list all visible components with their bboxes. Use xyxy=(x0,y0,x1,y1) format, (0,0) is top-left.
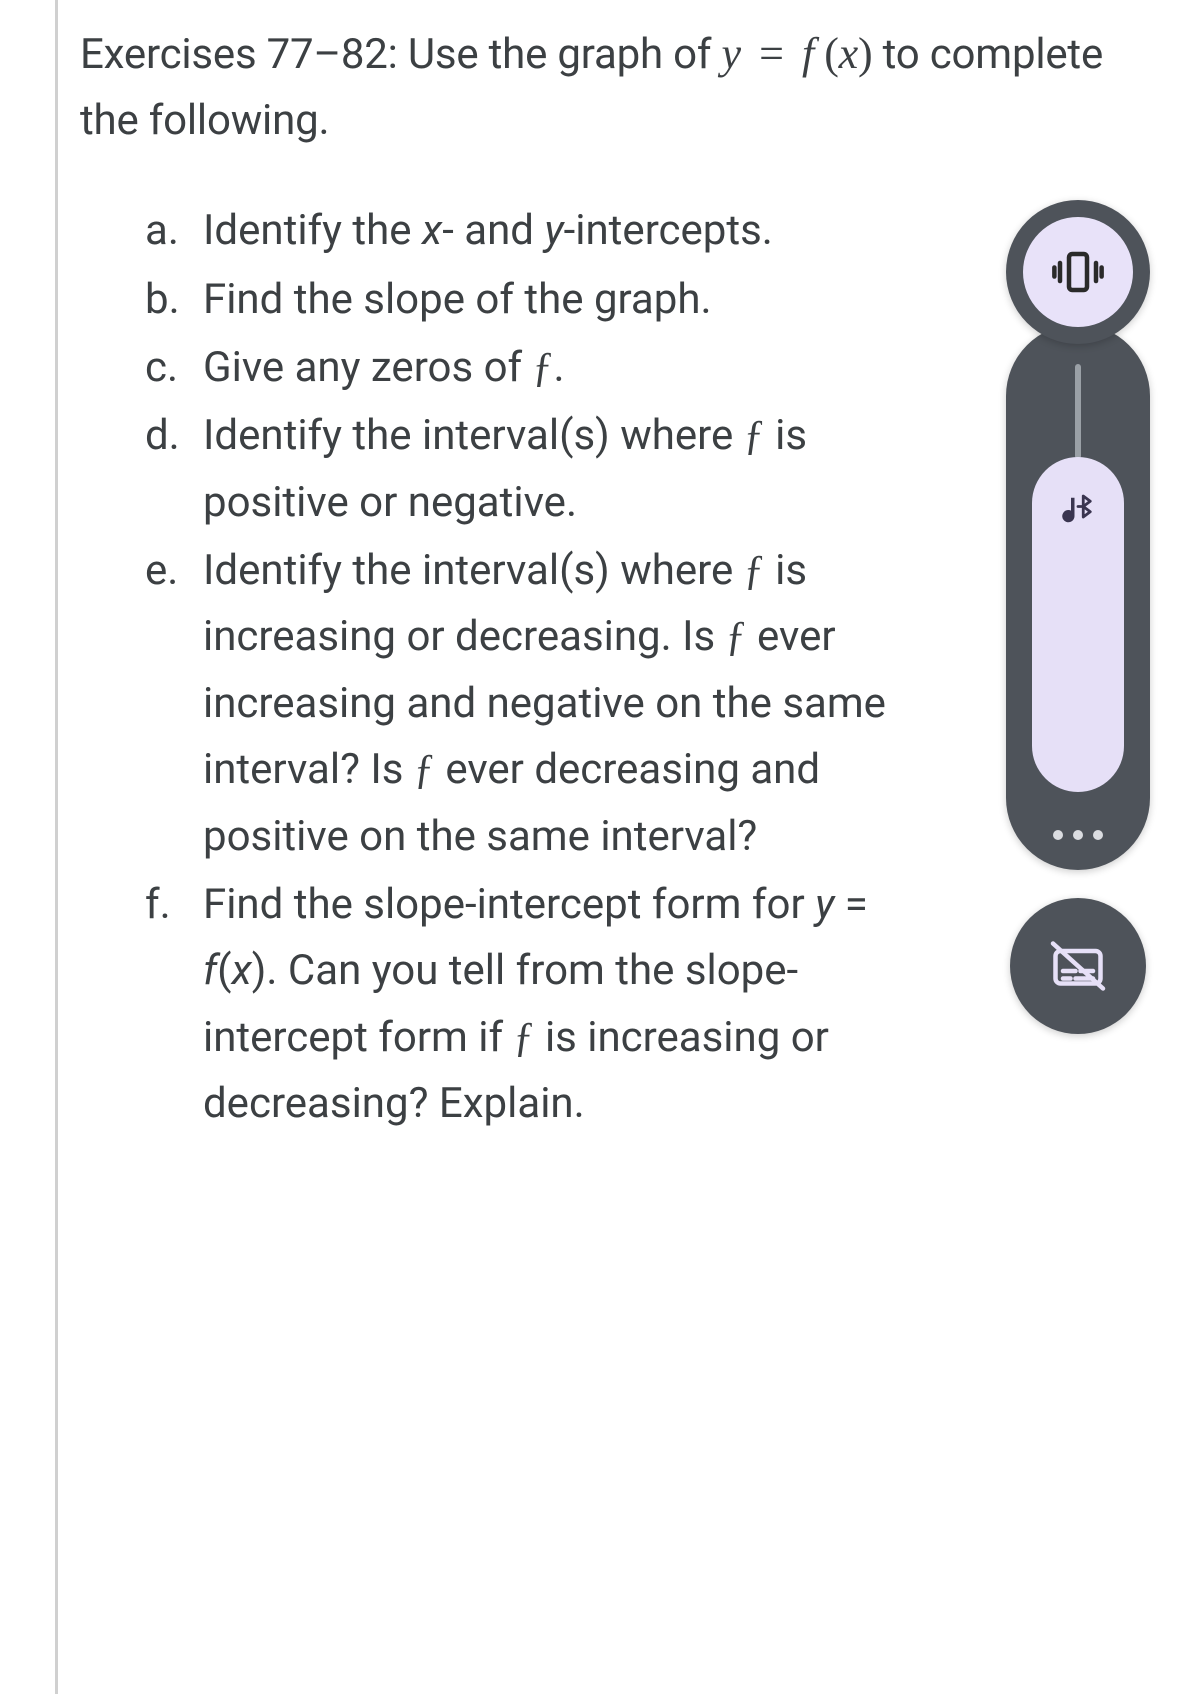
list-item: c. Give any zeros of ƒ. xyxy=(145,335,1120,401)
intro-math: y = f (x) xyxy=(722,30,873,79)
item-text: Find the slope of the graph. xyxy=(203,267,1120,333)
ringer-mode-button[interactable] xyxy=(1006,200,1150,344)
captions-button[interactable] xyxy=(1010,898,1146,1034)
exercise-intro: Exercises 77–82: Use the graph of y = f … xyxy=(80,20,1120,153)
item-text: Give any zeros of ƒ. xyxy=(203,335,1120,401)
list-item: e. Identify the interval(s) where ƒ is i… xyxy=(145,538,1120,870)
left-edge-divider xyxy=(55,0,58,1694)
list-item: a. Identify the x- and y-intercepts. xyxy=(145,198,1120,264)
list-item: f. Find the slope-intercept form for y =… xyxy=(145,872,1120,1137)
ringer-inner xyxy=(1023,217,1133,327)
floating-control-widget xyxy=(1006,200,1150,1034)
item-marker: b. xyxy=(145,267,203,333)
captions-off-icon xyxy=(1048,936,1108,996)
item-marker: a. xyxy=(145,198,203,264)
more-options-button[interactable] xyxy=(1053,830,1103,840)
dot-icon xyxy=(1093,830,1103,840)
item-text: Identify the interval(s) where ƒ is posi… xyxy=(203,403,1120,536)
intro-prefix: Exercises 77–82: Use the graph of xyxy=(80,30,722,79)
item-marker: c. xyxy=(145,335,203,401)
vibrate-icon xyxy=(1051,245,1105,299)
item-text: Identify the x- and y-intercepts. xyxy=(203,198,1120,264)
exercise-list: a. Identify the x- and y-intercepts. b. … xyxy=(80,198,1120,1137)
item-marker: e. xyxy=(145,538,203,604)
volume-slider[interactable] xyxy=(1032,457,1124,792)
item-text: Find the slope-intercept form for y = f(… xyxy=(203,872,1120,1137)
music-bluetooth-icon xyxy=(1057,489,1099,531)
item-text: Identify the interval(s) where ƒ is incr… xyxy=(203,538,1120,870)
dot-icon xyxy=(1073,830,1083,840)
item-marker: f. xyxy=(145,872,203,938)
list-item: d. Identify the interval(s) where ƒ is p… xyxy=(145,403,1120,536)
list-item: b. Find the slope of the graph. xyxy=(145,267,1120,333)
item-marker: d. xyxy=(145,403,203,469)
volume-track[interactable] xyxy=(1075,364,1081,459)
volume-pill xyxy=(1006,324,1150,870)
dot-icon xyxy=(1053,830,1063,840)
